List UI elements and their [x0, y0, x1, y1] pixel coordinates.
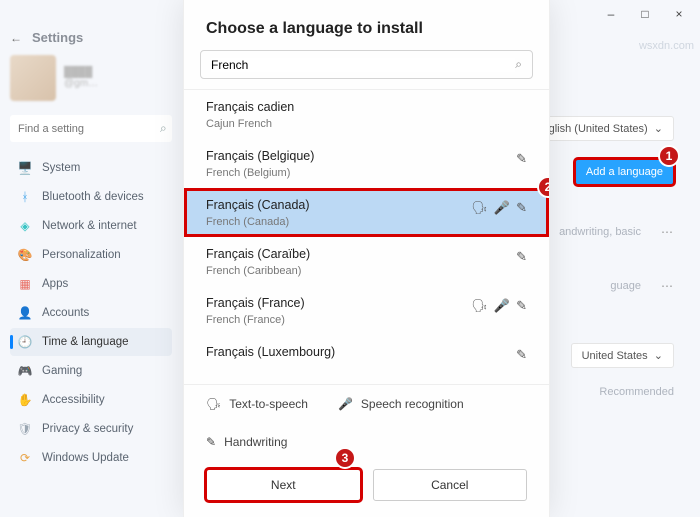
search-icon: ⌕: [515, 57, 522, 72]
feature-legend: 🗣 Text-to-speech 🎤 Speech recognition ✎ Han…: [184, 384, 549, 461]
nav-label: Network & internet: [42, 220, 137, 232]
nav-icon: 🛡: [18, 422, 32, 436]
choose-language-dialog: Choose a language to install ⌕ Français …: [183, 0, 550, 517]
settings-label: Settings: [32, 30, 83, 45]
chevron-down-icon: ⌄: [654, 122, 663, 135]
language-native: Français (Caraïbe): [206, 247, 527, 261]
back-icon[interactable]: ←: [10, 31, 22, 45]
nav-label: Personalization: [42, 249, 121, 261]
marker-1: 1: [658, 145, 680, 167]
language-local: French (Belgium): [206, 167, 527, 179]
sidebar-item-apps[interactable]: ▦ Apps: [10, 270, 172, 298]
sidebar-item-bluetooth-devices[interactable]: ᚼ Bluetooth & devices: [10, 183, 172, 211]
sidebar-item-privacy-security[interactable]: 🛡 Privacy & security: [10, 415, 172, 443]
nav-icon: 👤: [18, 306, 32, 320]
language-option[interactable]: Français (Caraïbe) French (Caribbean)✎: [184, 237, 549, 286]
sidebar: ← Settings ████@gm… ⌕ 🖥️ System ᚼ Bluetooth…: [0, 28, 182, 517]
sidebar-item-personalization[interactable]: 🎨 Personalization: [10, 241, 172, 269]
language-option[interactable]: Français (Canada)French (Canada)🗣🎤✎2: [184, 188, 549, 237]
language-option[interactable]: Français (Luxembourg)✎: [184, 335, 549, 372]
language-option[interactable]: Français (Belgique) French (Belgium)✎: [184, 139, 549, 188]
sidebar-item-accounts[interactable]: 👤 Accounts: [10, 299, 172, 327]
more-icon[interactable]: ⋯: [661, 279, 674, 293]
nav-label: System: [42, 162, 80, 174]
nav-label: Bluetooth & devices: [42, 191, 144, 203]
marker-2: 2: [537, 176, 549, 198]
language-native: Français cadien: [206, 100, 527, 114]
sidebar-item-accessibility[interactable]: ✋ Accessibility: [10, 386, 172, 414]
handwriting-label: Handwriting: [224, 435, 287, 449]
nav-label: Gaming: [42, 365, 82, 377]
mic-icon: 🎤: [494, 200, 510, 216]
nav-label: Time & language: [42, 336, 129, 348]
nav-icon: 🎨: [18, 248, 32, 262]
watermark: wsxdn.com: [639, 40, 694, 52]
tts-label: Text-to-speech: [229, 397, 308, 411]
nav-icon: ✋: [18, 393, 32, 407]
nav-label: Accessibility: [42, 394, 105, 406]
maximize-button[interactable]: □: [628, 3, 662, 25]
nav-icon: ◈: [18, 219, 32, 233]
language-local: French (Canada): [206, 216, 527, 228]
sidebar-item-system[interactable]: 🖥️ System: [10, 154, 172, 182]
nav-label: Apps: [42, 278, 68, 290]
mic-icon: 🎤: [494, 298, 510, 314]
tts-icon: 🗣: [206, 397, 221, 411]
language-search-input[interactable]: [211, 58, 515, 72]
language-local: French (Caribbean): [206, 265, 527, 277]
mic-icon: 🎤: [338, 397, 353, 411]
add-language-button[interactable]: Add a language: [575, 159, 674, 185]
language-search[interactable]: ⌕: [200, 50, 533, 79]
close-button[interactable]: ×: [662, 3, 696, 25]
chevron-down-icon: ⌄: [654, 349, 663, 362]
sidebar-item-network-internet[interactable]: ◈ Network & internet: [10, 212, 172, 240]
speech-label: Speech recognition: [361, 397, 464, 411]
language-list[interactable]: Français cadien Cajun French Français (Bel…: [184, 89, 549, 384]
cancel-button[interactable]: Cancel: [373, 469, 528, 501]
tts-icon: 🗣: [471, 200, 488, 216]
hand-icon: ✎: [516, 298, 527, 314]
hand-icon: ✎: [516, 200, 527, 216]
nav-icon: ᚼ: [18, 190, 32, 204]
hand-icon: ✎: [516, 249, 527, 265]
handwriting-icon: ✎: [206, 435, 216, 449]
search-input[interactable]: [18, 123, 160, 135]
find-setting-search[interactable]: ⌕: [10, 115, 172, 142]
hand-icon: ✎: [516, 151, 527, 167]
more-icon[interactable]: ⋯: [661, 225, 674, 239]
nav-icon: 🖥️: [18, 161, 32, 175]
sidebar-item-windows-update[interactable]: ⟳ Windows Update: [10, 444, 172, 472]
nav-icon: 🕘: [18, 335, 32, 349]
next-button[interactable]: Next: [206, 469, 361, 501]
nav: 🖥️ System ᚼ Bluetooth & devices ◈ Network & i…: [10, 154, 172, 472]
nav-icon: 🎮: [18, 364, 32, 378]
nav-label: Windows Update: [42, 452, 129, 464]
sidebar-item-gaming[interactable]: 🎮 Gaming: [10, 357, 172, 385]
pref-lang-fragment: guage: [610, 280, 641, 292]
language-native: Français (Luxembourg): [206, 345, 527, 359]
minimize-button[interactable]: –: [594, 3, 628, 25]
nav-label: Privacy & security: [42, 423, 133, 435]
language-option[interactable]: Français cadien Cajun French: [184, 90, 549, 139]
dialog-title: Choose a language to install: [184, 0, 549, 50]
pref-desc-fragment: andwriting, basic: [559, 226, 641, 238]
avatar: [10, 55, 56, 101]
language-option[interactable]: Français (France)French (France)🗣🎤✎: [184, 286, 549, 335]
language-native: Français (Belgique): [206, 149, 527, 163]
hand-icon: ✎: [516, 347, 527, 363]
country-select[interactable]: United States ⌄: [571, 343, 674, 368]
user-card[interactable]: ████@gm…: [10, 49, 172, 109]
language-local: Cajun French: [206, 118, 527, 130]
search-icon: ⌕: [160, 121, 167, 136]
tts-icon: 🗣: [471, 298, 488, 314]
nav-icon: ▦: [18, 277, 32, 291]
sidebar-item-time-language[interactable]: 🕘 Time & language: [10, 328, 172, 356]
marker-3: 3: [334, 447, 356, 469]
nav-label: Accounts: [42, 307, 89, 319]
nav-icon: ⟳: [18, 451, 32, 465]
settings-window: – □ × ← Settings ████@gm… ⌕ 🖥️ System ᚼ Blu…: [0, 0, 700, 517]
language-local: French (France): [206, 314, 527, 326]
